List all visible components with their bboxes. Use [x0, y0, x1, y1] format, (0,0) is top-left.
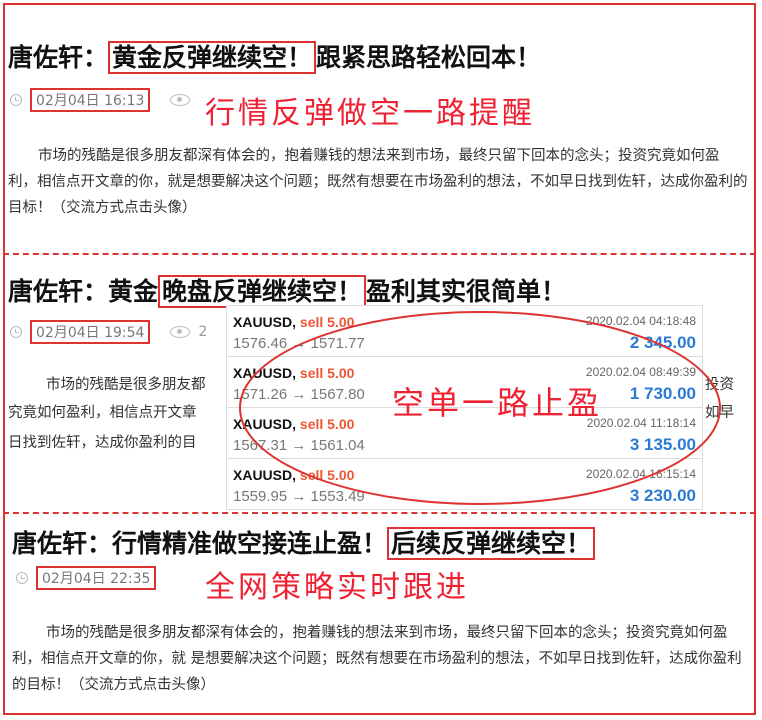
title-highlight: 后续反弹继续空！	[387, 527, 596, 560]
post-date: 02月04日 22:35	[36, 566, 157, 590]
annotation-ellipse	[239, 311, 721, 505]
post-paragraph-3: 市场的残酷是很多朋友都深有体会的，抱着赚钱的想法来到市场，最终只留下回本的念头；…	[12, 625, 742, 693]
annotation-3: 全网策略实时跟进	[205, 570, 469, 605]
divider-2	[3, 512, 756, 514]
annotation-2: 空单一路止盈	[392, 384, 603, 422]
clock-icon	[16, 572, 28, 584]
post-title-3[interactable]: 唐佐轩：行情精准做空接连止盈！ 后续反弹继续空！	[12, 524, 596, 560]
post-meta-3: 02月04日 22:35	[16, 566, 157, 590]
title-prefix: 唐佐轩：行情精准做空接连止盈！	[12, 529, 388, 558]
